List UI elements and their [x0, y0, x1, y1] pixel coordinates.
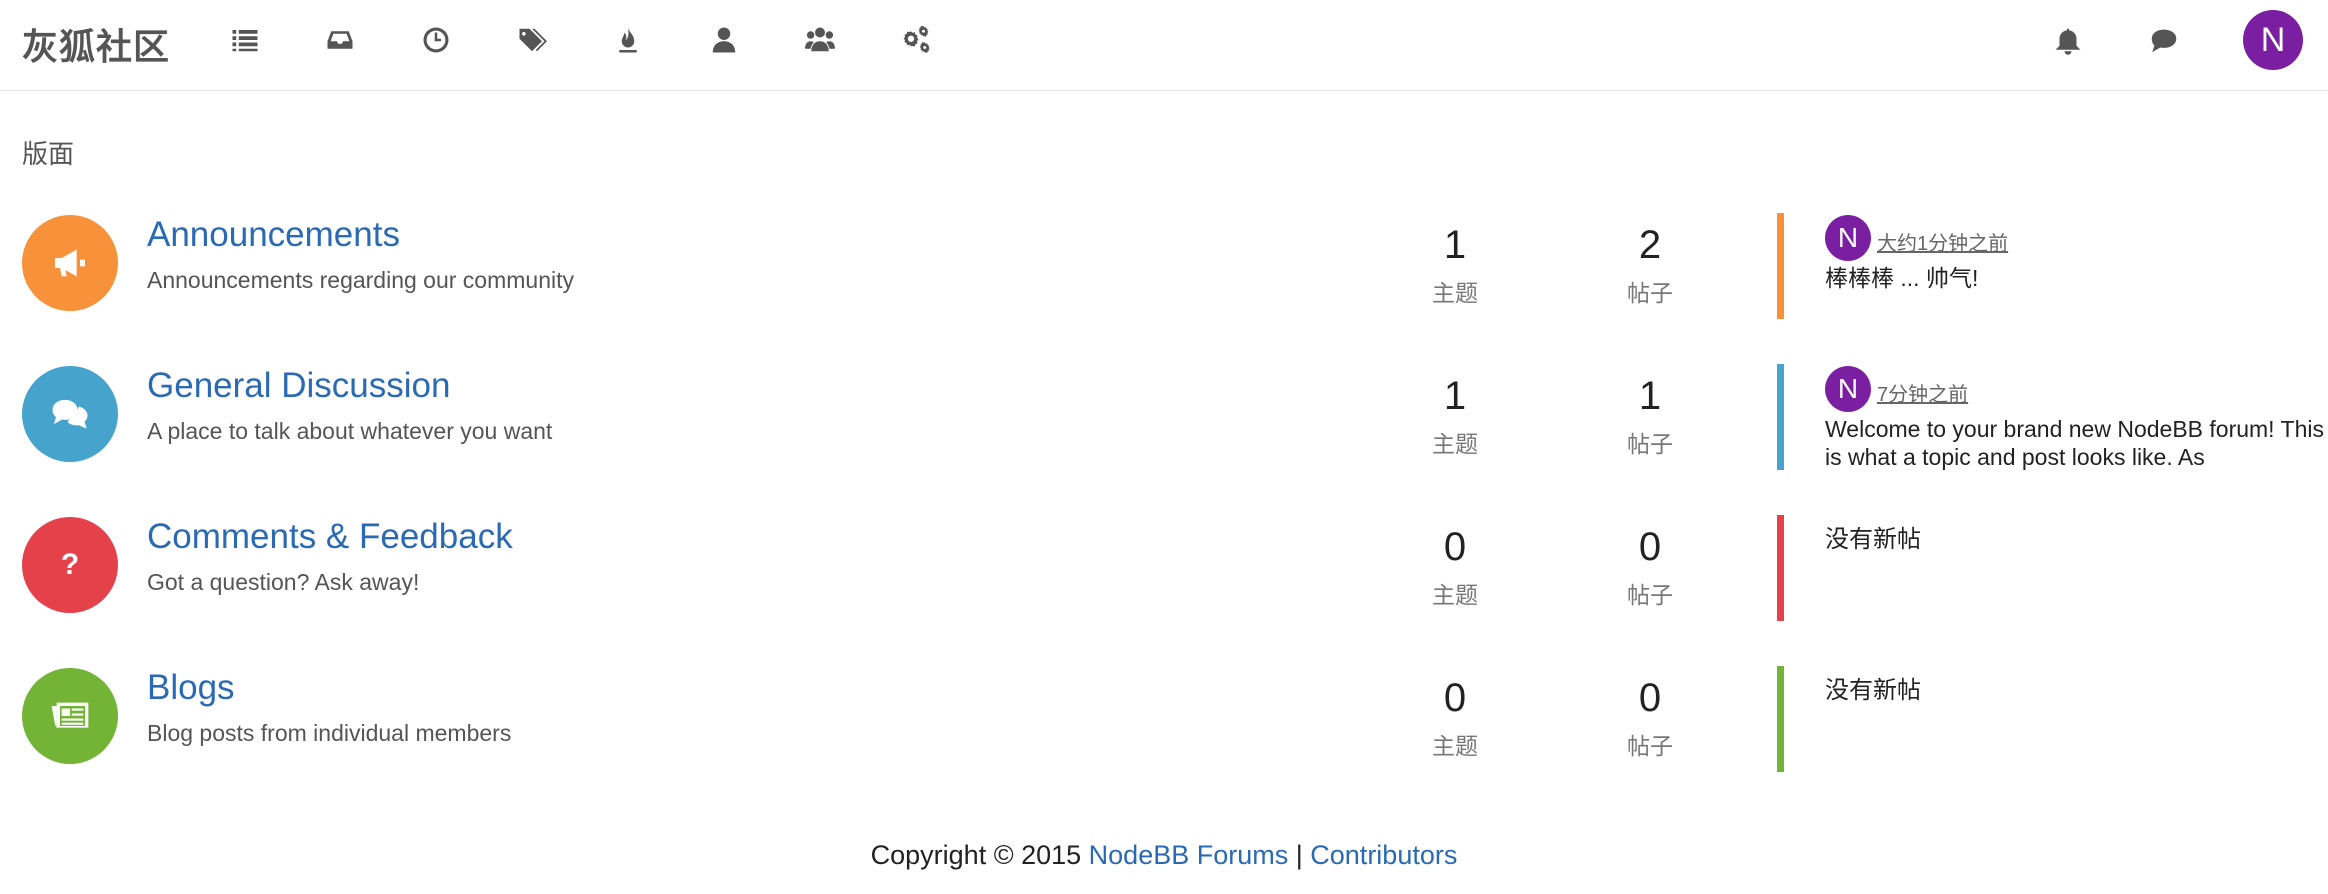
section-title: 版面: [22, 139, 75, 169]
chats-icon[interactable]: [2144, 20, 2184, 60]
unread-icon[interactable]: [320, 20, 360, 60]
posts-count: 1: [1638, 374, 1662, 418]
posts-count: 2: [1638, 223, 1662, 267]
footer-separator: |: [1288, 840, 1311, 870]
topics-stat: 0 主题: [1390, 673, 1520, 761]
category-description: A place to talk about whatever you want: [147, 418, 553, 444]
notifications-bell-icon[interactable]: [2048, 20, 2088, 60]
category-title-link[interactable]: Announcements: [147, 215, 400, 255]
category-color-bar: [1777, 666, 1784, 772]
footer: Copyright © 2015 NodeBB Forums | Contrib…: [0, 840, 2328, 871]
categories-icon[interactable]: [225, 20, 265, 60]
recent-icon[interactable]: [416, 20, 456, 60]
topics-stat: 1 主题: [1390, 371, 1520, 459]
category-row: Blogs Blog posts from individual members…: [0, 666, 2328, 818]
topics-count: 1: [1443, 374, 1467, 418]
category-title-link[interactable]: Comments & Feedback: [147, 517, 513, 557]
user-avatar[interactable]: N: [2243, 10, 2303, 70]
footer-nodebb-link[interactable]: NodeBB Forums: [1089, 840, 1289, 870]
no-new-posts: 没有新帖: [1825, 526, 1921, 553]
posts-label: 帖子: [1627, 431, 1673, 457]
topics-label: 主题: [1432, 582, 1478, 608]
topics-stat: 1 主题: [1390, 220, 1520, 308]
posts-stat: 0 帖子: [1585, 522, 1715, 610]
admin-icon[interactable]: [896, 20, 936, 60]
category-teaser: 没有新帖: [1825, 668, 2325, 705]
topics-stat: 0 主题: [1390, 522, 1520, 610]
bullhorn-icon[interactable]: [22, 215, 118, 311]
posts-count: 0: [1638, 676, 1662, 720]
popular-icon[interactable]: [608, 20, 648, 60]
teaser-avatar[interactable]: N: [1825, 366, 1871, 412]
question-icon[interactable]: ?: [22, 517, 118, 613]
newspaper-icon[interactable]: [22, 668, 118, 764]
teaser-avatar[interactable]: N: [1825, 215, 1871, 261]
category-row: Announcements Announcements regarding ou…: [0, 213, 2328, 365]
users-icon[interactable]: [704, 20, 744, 60]
topics-label: 主题: [1432, 431, 1478, 457]
teaser-text[interactable]: Welcome to your brand new NodeBB forum! …: [1825, 415, 2325, 471]
footer-copyright: Copyright © 2015: [870, 840, 1089, 870]
posts-stat: 2 帖子: [1585, 220, 1715, 308]
category-title-link[interactable]: Blogs: [147, 668, 235, 708]
no-new-posts: 没有新帖: [1825, 677, 1921, 704]
comments-icon[interactable]: [22, 366, 118, 462]
category-color-bar: [1777, 515, 1784, 621]
category-description: Got a question? Ask away!: [147, 569, 420, 595]
topics-count: 1: [1443, 223, 1467, 267]
posts-count: 0: [1638, 525, 1662, 569]
posts-label: 帖子: [1627, 733, 1673, 759]
category-title-link[interactable]: General Discussion: [147, 366, 450, 406]
category-teaser: 没有新帖: [1825, 517, 2325, 554]
topics-count: 0: [1443, 525, 1467, 569]
posts-label: 帖子: [1627, 280, 1673, 306]
category-teaser: N 大约1分钟之前 棒棒棒 ... 帅气!: [1825, 215, 2325, 292]
teaser-timestamp-link[interactable]: 大约1分钟之前: [1877, 227, 2008, 256]
topics-label: 主题: [1432, 733, 1478, 759]
category-color-bar: [1777, 364, 1784, 470]
topics-count: 0: [1443, 676, 1467, 720]
posts-stat: 1 帖子: [1585, 371, 1715, 459]
top-navbar: 灰狐社区 N: [0, 0, 2328, 91]
topics-label: 主题: [1432, 280, 1478, 306]
category-color-bar: [1777, 213, 1784, 319]
site-brand[interactable]: 灰狐社区: [22, 18, 170, 70]
category-teaser: N 7分钟之前 Welcome to your brand new NodeBB…: [1825, 366, 2325, 471]
footer-contributors-link[interactable]: Contributors: [1310, 840, 1457, 870]
teaser-timestamp-link[interactable]: 7分钟之前: [1877, 378, 1968, 407]
posts-label: 帖子: [1627, 582, 1673, 608]
posts-stat: 0 帖子: [1585, 673, 1715, 761]
groups-icon[interactable]: [800, 20, 840, 60]
teaser-text[interactable]: 棒棒棒 ... 帅气!: [1825, 264, 2325, 292]
category-description: Blog posts from individual members: [147, 720, 512, 746]
tags-icon[interactable]: [512, 20, 552, 60]
category-description: Announcements regarding our community: [147, 267, 575, 293]
category-row: General Discussion A place to talk about…: [0, 364, 2328, 516]
category-row: ? Comments & Feedback Got a question? As…: [0, 515, 2328, 667]
